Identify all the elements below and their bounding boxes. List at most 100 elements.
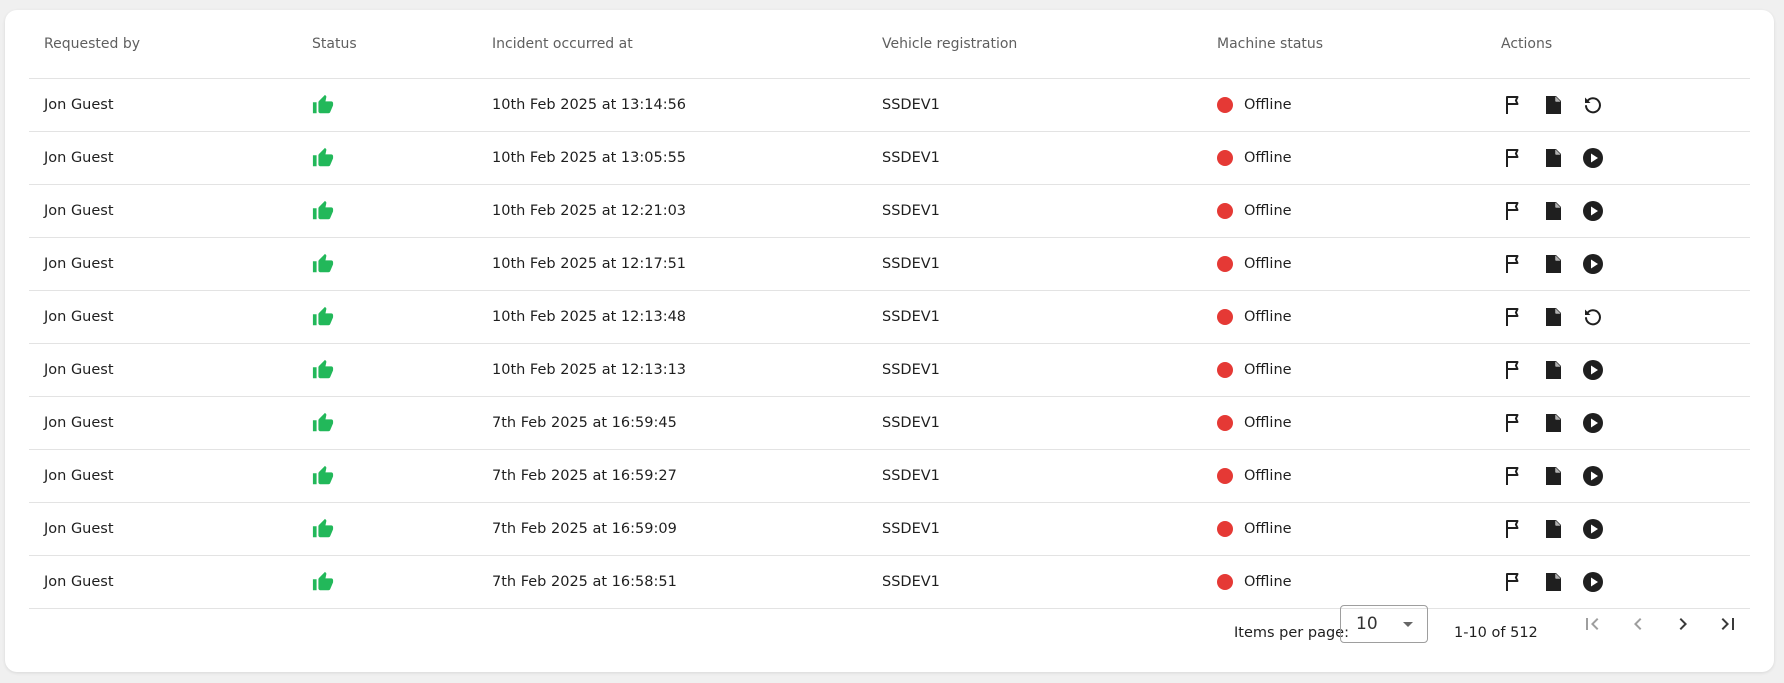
flag-icon[interactable]: [1501, 146, 1525, 170]
chevron-left-icon[interactable]: [1626, 612, 1650, 636]
requested-by-cell: Jon Guest: [44, 309, 114, 325]
table-body: Jon Guest 10th Feb 2025 at 13:14:56 SSDEV1…: [29, 79, 1750, 609]
machine-status-text: Offline: [1244, 574, 1292, 590]
table-row: Jon Guest 10th Feb 2025 at 12:13:13 SSDEV1…: [29, 344, 1750, 397]
incidents-table: Requested by Status Incident occurred at…: [29, 10, 1750, 609]
document-icon[interactable]: [1541, 305, 1565, 329]
machine-status-cell: Offline: [1217, 556, 1292, 608]
machine-status-text: Offline: [1244, 309, 1292, 325]
machine-status-cell: Offline: [1217, 79, 1292, 131]
machine-status-cell: Offline: [1217, 132, 1292, 184]
play-icon[interactable]: [1581, 252, 1605, 276]
document-icon[interactable]: [1541, 146, 1565, 170]
chevron-right-icon[interactable]: [1671, 612, 1695, 636]
items-per-page-value: 10: [1356, 614, 1378, 634]
play-icon[interactable]: [1581, 146, 1605, 170]
pagination-bar: Items per page: 10 1-10 of 512: [5, 605, 1774, 665]
requested-by-cell: Jon Guest: [44, 97, 114, 113]
machine-status-text: Offline: [1244, 203, 1292, 219]
retry-icon[interactable]: [1581, 305, 1605, 329]
play-icon[interactable]: [1581, 199, 1605, 223]
incident-time-cell: 7th Feb 2025 at 16:59:09: [492, 521, 677, 537]
play-icon[interactable]: [1581, 411, 1605, 435]
flag-icon[interactable]: [1501, 570, 1525, 594]
requested-by-cell: Jon Guest: [44, 256, 114, 272]
flag-icon[interactable]: [1501, 93, 1525, 117]
header-actions: Actions: [1501, 36, 1553, 52]
flag-icon[interactable]: [1501, 411, 1525, 435]
header-incident-at: Incident occurred at: [492, 36, 633, 52]
machine-status-cell: Offline: [1217, 397, 1292, 449]
requested-by-cell: Jon Guest: [44, 415, 114, 431]
play-icon[interactable]: [1581, 517, 1605, 541]
play-icon[interactable]: [1581, 358, 1605, 382]
flag-icon[interactable]: [1501, 199, 1525, 223]
thumbs-up-icon: [312, 556, 334, 608]
thumbs-up-icon: [312, 185, 334, 237]
document-icon[interactable]: [1541, 252, 1565, 276]
document-icon[interactable]: [1541, 358, 1565, 382]
incident-time-cell: 7th Feb 2025 at 16:58:51: [492, 574, 677, 590]
machine-status-cell: Offline: [1217, 450, 1292, 502]
requested-by-cell: Jon Guest: [44, 203, 114, 219]
header-machine-status: Machine status: [1217, 36, 1324, 52]
machine-status-cell: Offline: [1217, 238, 1292, 290]
offline-dot-icon: [1217, 309, 1233, 325]
actions-cell: [1501, 238, 1621, 290]
machine-status-text: Offline: [1244, 521, 1292, 537]
actions-cell: [1501, 503, 1621, 555]
first-page-icon[interactable]: [1580, 612, 1604, 636]
flag-icon[interactable]: [1501, 252, 1525, 276]
table-row: Jon Guest 7th Feb 2025 at 16:59:45 SSDEV1 O…: [29, 397, 1750, 450]
requested-by-cell: Jon Guest: [44, 150, 114, 166]
table-header: Requested by Status Incident occurred at…: [29, 10, 1750, 79]
actions-cell: [1501, 132, 1621, 184]
document-icon[interactable]: [1541, 411, 1565, 435]
vehicle-registration-cell: SSDEV1: [882, 309, 940, 325]
page-range-label: 1-10 of 512: [1454, 625, 1538, 641]
offline-dot-icon: [1217, 97, 1233, 113]
vehicle-registration-cell: SSDEV1: [882, 203, 940, 219]
offline-dot-icon: [1217, 362, 1233, 378]
retry-icon[interactable]: [1581, 93, 1605, 117]
last-page-icon[interactable]: [1716, 612, 1740, 636]
table-row: Jon Guest 7th Feb 2025 at 16:59:27 SSDEV1 O…: [29, 450, 1750, 503]
header-requested-by: Requested by: [44, 36, 140, 52]
offline-dot-icon: [1217, 203, 1233, 219]
incident-time-cell: 7th Feb 2025 at 16:59:27: [492, 468, 677, 484]
offline-dot-icon: [1217, 256, 1233, 272]
actions-cell: [1501, 397, 1621, 449]
play-icon[interactable]: [1581, 570, 1605, 594]
machine-status-text: Offline: [1244, 362, 1292, 378]
offline-dot-icon: [1217, 468, 1233, 484]
items-per-page-label: Items per page:: [1234, 625, 1349, 641]
document-icon[interactable]: [1541, 199, 1565, 223]
header-status: Status: [312, 36, 357, 52]
actions-cell: [1501, 344, 1621, 396]
thumbs-up-icon: [312, 344, 334, 396]
actions-cell: [1501, 185, 1621, 237]
document-icon[interactable]: [1541, 570, 1565, 594]
document-icon[interactable]: [1541, 517, 1565, 541]
vehicle-registration-cell: SSDEV1: [882, 150, 940, 166]
machine-status-cell: Offline: [1217, 344, 1292, 396]
thumbs-up-icon: [312, 238, 334, 290]
document-icon[interactable]: [1541, 464, 1565, 488]
table-row: Jon Guest 7th Feb 2025 at 16:58:51 SSDEV1 O…: [29, 556, 1750, 609]
offline-dot-icon: [1217, 415, 1233, 431]
flag-icon[interactable]: [1501, 464, 1525, 488]
requested-by-cell: Jon Guest: [44, 521, 114, 537]
flag-icon[interactable]: [1501, 358, 1525, 382]
items-per-page-select[interactable]: 10: [1340, 605, 1428, 643]
actions-cell: [1501, 450, 1621, 502]
vehicle-registration-cell: SSDEV1: [882, 574, 940, 590]
flag-icon[interactable]: [1501, 305, 1525, 329]
vehicle-registration-cell: SSDEV1: [882, 521, 940, 537]
flag-icon[interactable]: [1501, 517, 1525, 541]
vehicle-registration-cell: SSDEV1: [882, 468, 940, 484]
incident-time-cell: 10th Feb 2025 at 12:13:13: [492, 362, 687, 378]
play-icon[interactable]: [1581, 464, 1605, 488]
incident-time-cell: 10th Feb 2025 at 12:21:03: [492, 203, 687, 219]
table-row: Jon Guest 10th Feb 2025 at 13:05:55 SSDEV1…: [29, 132, 1750, 185]
document-icon[interactable]: [1541, 93, 1565, 117]
